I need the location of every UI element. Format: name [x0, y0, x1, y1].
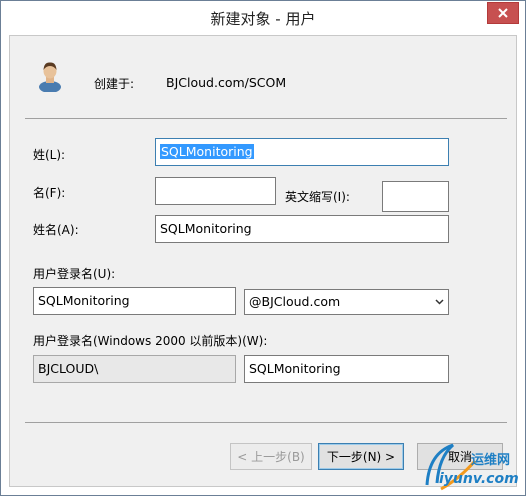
full-name-label: 姓名(A):	[33, 223, 79, 237]
domain-prefix-field: BJCLOUD\	[33, 355, 236, 383]
title-bar: 新建对象 - 用户	[1, 1, 525, 35]
legacy-logon-field[interactable]: SQLMonitoring	[244, 355, 449, 383]
initials-label: 英文缩写(I):	[285, 190, 350, 204]
initials-field[interactable]	[382, 181, 449, 212]
separator-top	[25, 118, 507, 119]
created-in-value: BJCloud.com/SCOM	[166, 75, 287, 90]
logon-name-field[interactable]: SQLMonitoring	[33, 287, 236, 315]
first-name-label: 名(F):	[33, 186, 66, 200]
separator-bottom	[25, 422, 507, 423]
logon-name-label: 用户登录名(U):	[33, 267, 116, 281]
last-name-field[interactable]: SQLMonitoring	[155, 138, 449, 166]
full-name-field[interactable]: SQLMonitoring	[155, 215, 449, 243]
upn-suffix-value: @BJCloud.com	[249, 294, 341, 309]
legacy-logon-label: 用户登录名(Windows 2000 以前版本)(W):	[33, 334, 268, 348]
last-name-label: 姓(L):	[33, 148, 66, 162]
next-button[interactable]: 下一步(N) >	[318, 443, 404, 470]
upn-suffix-dropdown[interactable]: @BJCloud.com	[244, 289, 449, 315]
watermark-text-domain: iyunv.com	[439, 471, 519, 487]
dialog-client-area: 创建于: BJCloud.com/SCOM 姓(L): SQLMonitorin…	[9, 35, 517, 487]
window-title: 新建对象 - 用户	[210, 10, 316, 28]
created-in-label: 创建于:	[94, 77, 135, 91]
close-icon	[498, 8, 508, 18]
watermark-text-cn: 运维网	[471, 453, 511, 468]
user-icon	[39, 62, 61, 92]
dialog-window: 新建对象 - 用户 创建于: BJCloud.com/SCOM 姓(L): SQ…	[0, 0, 526, 496]
site-watermark: 运维网 iyunv.com	[419, 439, 523, 493]
last-name-selected-text: SQLMonitoring	[160, 144, 254, 159]
back-button[interactable]: < 上一步(B)	[230, 443, 312, 470]
close-button[interactable]	[487, 2, 519, 24]
chevron-down-icon	[435, 299, 444, 305]
first-name-field[interactable]	[155, 177, 276, 205]
